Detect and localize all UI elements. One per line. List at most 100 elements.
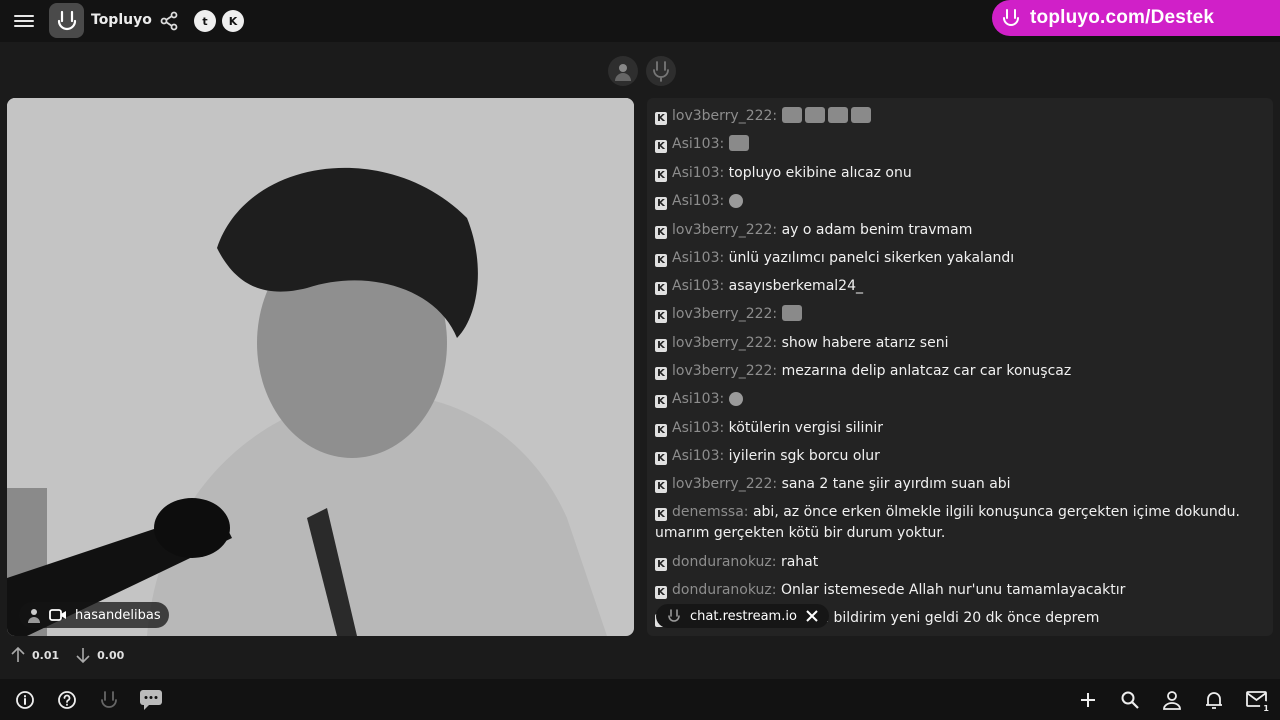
smile-icon[interactable] xyxy=(98,689,120,711)
chat-username[interactable]: denemssa: xyxy=(672,504,749,520)
restream-badge[interactable]: chat.restream.io xyxy=(656,604,829,628)
emote-icon xyxy=(850,107,871,123)
chat-username[interactable]: Asi103: xyxy=(672,278,724,294)
help-icon[interactable] xyxy=(56,689,78,711)
chat-message: K Asi103: xyxy=(655,389,1255,410)
arrow-down-icon xyxy=(76,648,90,664)
participant-avatar[interactable] xyxy=(608,56,638,86)
chat-username[interactable]: Asi103: xyxy=(672,165,724,181)
chat-username[interactable]: Asi103: xyxy=(672,448,724,464)
kick-platform-icon: K xyxy=(655,586,667,599)
brand-name[interactable]: Topluyo xyxy=(91,12,152,28)
chat-username[interactable]: lov3berry_222: xyxy=(672,222,777,238)
smile-icon xyxy=(668,609,680,622)
chat-text: topluyo ekibine alıcaz onu xyxy=(728,165,912,181)
chat-message: Kdonduranokuz: rahat xyxy=(655,552,1255,573)
chat-message: Klov3berry_222: xyxy=(655,106,1255,127)
plus-icon[interactable] xyxy=(1077,689,1099,711)
chat-username[interactable]: Asi103: xyxy=(672,391,724,407)
chat-text: show habere atarız seni xyxy=(781,335,949,351)
kick-platform-icon: K xyxy=(655,140,667,153)
chat-message: K Asi103: asayısberkemal24_ xyxy=(655,276,1255,297)
emote-icon xyxy=(728,194,743,208)
chat-text: ay o adam benim travmam xyxy=(781,222,973,238)
streamer-label[interactable]: hasandelibas xyxy=(19,602,169,628)
mail-badge: 1 xyxy=(1263,704,1269,713)
video-stream[interactable]: hasandelibas xyxy=(7,98,634,636)
kick-platform-icon: K xyxy=(655,424,667,437)
chat-username[interactable]: lov3berry_222: xyxy=(672,108,777,124)
chat-username[interactable]: Asi103: xyxy=(672,420,724,436)
chat-message: Klov3berry_222: ay o adam benim travmam xyxy=(655,220,1255,241)
hamburger-icon[interactable] xyxy=(14,12,34,30)
kick-platform-icon: K xyxy=(655,254,667,267)
chat-message: K Asi103: ünlü yazılımcı panelci sikerken… xyxy=(655,248,1255,269)
info-icon[interactable] xyxy=(14,689,36,711)
emote-icon xyxy=(781,107,802,123)
chat-message: K Asi103: iyilerin sgk borcu olur xyxy=(655,446,1255,467)
chat-username[interactable]: lov3berry_222: xyxy=(672,476,777,492)
participants-row xyxy=(608,56,676,86)
kick-icon[interactable]: K xyxy=(222,10,244,32)
person-icon xyxy=(28,609,40,623)
chat-username[interactable]: donduranokuz: xyxy=(672,582,776,598)
chat-text: kötülerin vergisi silinir xyxy=(728,420,883,436)
upload-value: 0.01 xyxy=(32,648,60,662)
search-icon[interactable] xyxy=(1119,689,1141,711)
chat-text: mezarına delip anlatcaz car car konuşcaz xyxy=(781,363,1072,379)
chat-username[interactable]: lov3berry_222: xyxy=(672,335,777,351)
kick-platform-icon: K xyxy=(655,169,667,182)
promo-text: topluyo.com/Destek xyxy=(1030,7,1215,28)
chat-message: Klov3berry_222: show habere atarız seni xyxy=(655,333,1255,354)
chat-message: Klov3berry_222: sana 2 tane şiir ayırdım… xyxy=(655,474,1255,495)
kick-platform-icon: K xyxy=(655,395,667,408)
kick-platform-icon: K xyxy=(655,480,667,493)
network-stats: 0.01 0.00 xyxy=(10,646,124,664)
kick-platform-icon: K xyxy=(655,339,667,352)
chat-text: ünlü yazılımcı panelci sikerken yakaland… xyxy=(728,250,1015,266)
kick-platform-icon: K xyxy=(655,367,667,380)
chat-username[interactable]: Asi103: xyxy=(672,136,724,152)
download-value: 0.00 xyxy=(97,648,125,662)
close-icon[interactable] xyxy=(805,609,819,623)
chat-icon[interactable] xyxy=(139,689,163,711)
arrow-up-icon xyxy=(11,646,25,662)
user-icon[interactable] xyxy=(1161,689,1183,711)
restream-label: chat.restream.io xyxy=(690,608,797,624)
chat-text: sana 2 tane şiir ayırdım suan abi xyxy=(781,476,1011,492)
chat-username[interactable]: lov3berry_222: xyxy=(672,363,777,379)
smile-logo-icon[interactable] xyxy=(49,3,84,38)
mail-icon[interactable]: 1 xyxy=(1245,689,1271,713)
chat-message: K Asi103: xyxy=(655,191,1255,212)
chat-message: K Asi103: xyxy=(655,134,1255,155)
chat-panel[interactable]: Klov3berry_222: K Asi103: K Asi103: topluy… xyxy=(647,98,1273,636)
chat-message: K Asi103: topluyo ekibine alıcaz onu xyxy=(655,163,1255,184)
kick-platform-icon: K xyxy=(655,226,667,239)
promo-banner[interactable]: topluyo.com/Destek xyxy=(992,0,1280,36)
kick-platform-icon: K xyxy=(655,112,667,125)
chat-message: Klov3berry_222: mezarına delip anlatcaz … xyxy=(655,361,1255,382)
kick-platform-icon: K xyxy=(655,508,667,521)
emote-icon xyxy=(728,392,743,406)
mic-smile-icon[interactable] xyxy=(646,56,676,86)
emote-icon xyxy=(827,107,848,123)
emote-icon xyxy=(781,305,802,321)
emote-icon xyxy=(728,135,749,151)
chat-username[interactable]: lov3berry_222: xyxy=(672,306,777,322)
bell-icon[interactable] xyxy=(1203,689,1225,711)
emote-icon xyxy=(804,107,825,123)
chat-text: iyilerin sgk borcu olur xyxy=(728,448,880,464)
share-icon[interactable] xyxy=(158,10,180,32)
kick-platform-icon: K xyxy=(655,310,667,323)
chat-username[interactable]: Asi103: xyxy=(672,250,724,266)
chat-message: Klov3berry_222: xyxy=(655,304,1255,325)
bottom-bar: 1 xyxy=(0,679,1280,720)
kick-platform-icon: K xyxy=(655,197,667,210)
chat-text: rahat xyxy=(780,554,819,570)
chat-username[interactable]: donduranokuz: xyxy=(672,554,776,570)
chat-message: Kdenemssa: abi, az önce erken ölmekle il… xyxy=(655,502,1255,544)
chat-username[interactable]: Asi103: xyxy=(672,193,724,209)
twitter-icon[interactable]: t xyxy=(194,10,216,32)
kick-platform-icon: K xyxy=(655,558,667,571)
top-bar: Topluyo t K topluyo.com/Destek xyxy=(0,0,1280,42)
